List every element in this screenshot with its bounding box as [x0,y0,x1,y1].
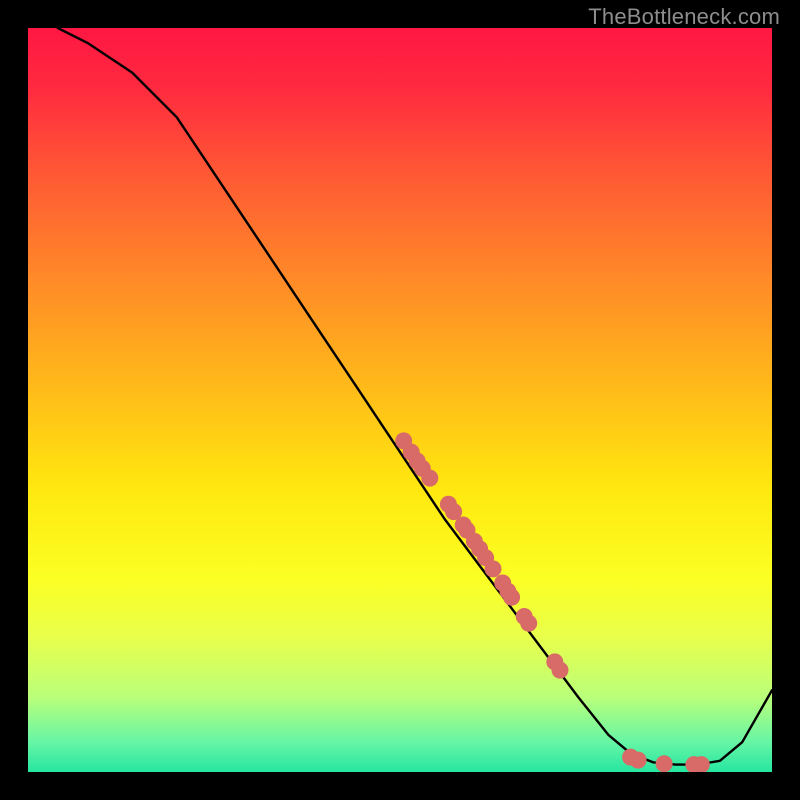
watermark-text: TheBottleneck.com [588,4,780,30]
highlight-dot [503,589,520,606]
plot-area [28,28,772,772]
highlight-dot [421,470,438,487]
chart-stage: TheBottleneck.com [0,0,800,800]
highlight-dot [656,755,673,772]
gradient-background [28,28,772,772]
highlight-dot [552,662,569,679]
highlight-dot [630,752,647,769]
chart-svg [28,28,772,772]
highlight-dot [520,615,537,632]
highlight-dot [485,560,502,577]
